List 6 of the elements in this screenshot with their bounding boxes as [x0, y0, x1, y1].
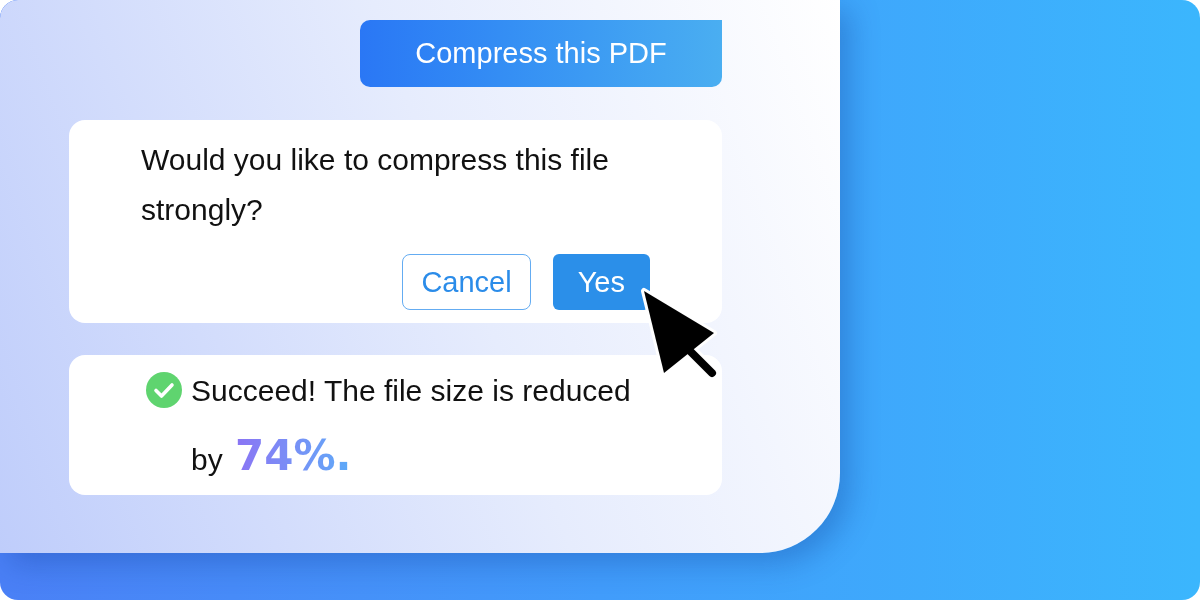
question-text: Would you like to compress this file strongly?: [141, 142, 610, 228]
compress-pdf-button[interactable]: Compress this PDF: [360, 20, 722, 87]
cancel-button[interactable]: Cancel: [402, 254, 531, 310]
success-check-icon: [146, 372, 182, 408]
success-message: Succeed! The file size is reduced by 74%.: [191, 373, 632, 482]
yes-button[interactable]: Yes: [552, 254, 650, 310]
